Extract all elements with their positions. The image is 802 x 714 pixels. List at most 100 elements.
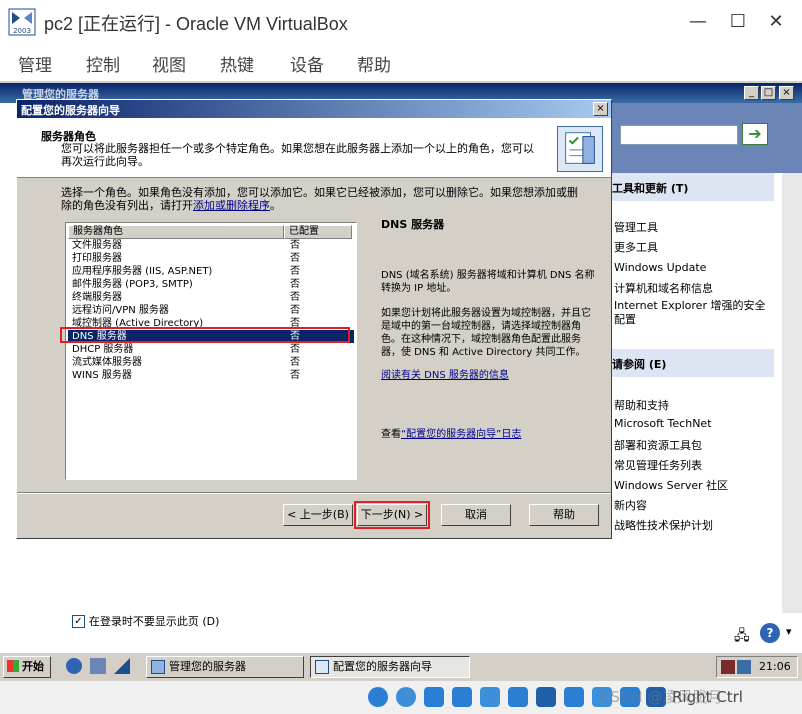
role-name: DHCP 服务器 bbox=[72, 344, 134, 355]
bg-bottom-toolbar: 🖧 ? ▾ bbox=[730, 623, 800, 647]
role-configured-status: 否 bbox=[290, 344, 300, 355]
minimize-button[interactable]: — bbox=[680, 6, 716, 38]
role-row[interactable]: 终端服务器 否 bbox=[68, 291, 354, 304]
selected-role-highlight bbox=[60, 327, 350, 343]
wizard-intro-end: 。 bbox=[270, 199, 281, 212]
link-help-support[interactable]: 帮助和支持 bbox=[614, 397, 669, 413]
go-arrow-icon[interactable]: ➔ bbox=[742, 123, 768, 145]
optical-drive-icon[interactable] bbox=[396, 687, 416, 707]
menu-control[interactable]: 控制 bbox=[86, 51, 120, 76]
role-column-header[interactable]: 服务器角色 bbox=[68, 225, 284, 239]
read-about-dns-link[interactable]: 阅读有关 DNS 服务器的信息 bbox=[381, 370, 509, 381]
status-column-header[interactable]: 已配置 bbox=[284, 225, 352, 239]
bg-minimize-button[interactable]: _ bbox=[744, 86, 759, 100]
role-configured-status: 否 bbox=[290, 305, 300, 316]
role-row[interactable]: 打印服务器 否 bbox=[68, 252, 354, 265]
network-adapter-icon[interactable] bbox=[452, 687, 472, 707]
role-row[interactable]: 文件服务器 否 bbox=[68, 239, 354, 252]
maximize-button[interactable]: ☐ bbox=[720, 6, 756, 38]
usb-icon[interactable] bbox=[480, 687, 500, 707]
network-icon[interactable]: 🖧 bbox=[734, 625, 750, 649]
link-computer-info[interactable]: 计算机和域名称信息 bbox=[614, 280, 713, 296]
audio-icon[interactable] bbox=[424, 687, 444, 707]
host-window-title: pc2 [正在运行] - Oracle VM VirtualBox bbox=[44, 14, 348, 34]
role-name: WINS 服务器 bbox=[72, 370, 132, 381]
wizard-header: 服务器角色 您可以将此服务器担任一个或多个特定角色。如果您想在此服务器上添加一个… bbox=[17, 118, 611, 178]
role-configured-status: 否 bbox=[290, 253, 300, 264]
start-button[interactable]: 开始 bbox=[3, 656, 51, 678]
bg-maximize-button[interactable]: □ bbox=[761, 86, 776, 100]
wizard-titlebar: 配置您的服务器向导 bbox=[17, 100, 611, 118]
next-button-highlight bbox=[354, 501, 430, 529]
host-title-bar: 2003 pc2 [正在运行] - Oracle VM VirtualBox —… bbox=[0, 0, 802, 45]
role-row[interactable]: 邮件服务器 (POP3, SMTP) 否 bbox=[68, 278, 354, 291]
help-icon[interactable]: ? bbox=[760, 623, 780, 643]
tray-security-icon[interactable] bbox=[737, 660, 751, 674]
link-admin-tools[interactable]: 管理工具 bbox=[614, 219, 658, 235]
explorer-quicklaunch-icon[interactable] bbox=[90, 658, 106, 674]
menu-manage[interactable]: 管理 bbox=[18, 51, 52, 76]
startup-checkbox-row[interactable]: ✓ 在登录时不要显示此页 (D) bbox=[72, 613, 219, 629]
menu-devices[interactable]: 设备 bbox=[290, 51, 324, 76]
role-configured-status: 否 bbox=[290, 240, 300, 251]
show-desktop-icon[interactable] bbox=[114, 658, 130, 674]
close-button[interactable]: ✕ bbox=[758, 6, 794, 38]
search-input[interactable] bbox=[620, 125, 738, 145]
role-configured-status: 否 bbox=[290, 292, 300, 303]
cancel-button[interactable]: 取消 bbox=[441, 504, 511, 526]
taskbar-item-wizard[interactable]: 配置您的服务器向导 bbox=[310, 656, 470, 678]
link-security-plan[interactable]: 战略性技术保护计划 bbox=[614, 517, 713, 533]
role-name: 远程访问/VPN 服务器 bbox=[72, 305, 169, 316]
shared-folder-icon[interactable] bbox=[508, 687, 528, 707]
wizard-log-link[interactable]: “配置您的服务器向导”日志 bbox=[401, 429, 521, 440]
server-role-list[interactable]: 服务器角色 已配置 文件服务器否打印服务器否应用程序服务器 (IIS, ASP.… bbox=[65, 222, 357, 480]
scroll-icon: ▾ bbox=[786, 625, 792, 638]
startup-checkbox[interactable]: ✓ bbox=[72, 614, 85, 628]
link-windows-update[interactable]: Windows Update bbox=[614, 261, 706, 274]
link-deploy-kit[interactable]: 部署和资源工具包 bbox=[614, 437, 702, 453]
help-button[interactable]: 帮助 bbox=[529, 504, 599, 526]
svg-text:2003: 2003 bbox=[13, 27, 31, 35]
wizard-intro: 选择一个角色。如果角色没有添加，您可以添加它。如果它已经被添加，您可以删除它。如… bbox=[61, 186, 581, 212]
video-capture-icon[interactable] bbox=[564, 687, 584, 707]
menu-view[interactable]: 视图 bbox=[152, 51, 186, 76]
guest-desktop: 管理您的服务器 _ □ × ➔ 工具和更新 (T) 请参阅 (E) 管理工具 更… bbox=[0, 81, 802, 681]
link-common-tasks[interactable]: 常见管理任务列表 bbox=[614, 457, 702, 473]
role-row[interactable]: WINS 服务器 否 bbox=[68, 369, 354, 382]
role-row[interactable]: 应用程序服务器 (IIS, ASP.NET) 否 bbox=[68, 265, 354, 278]
wizard-close-button[interactable]: × bbox=[593, 102, 608, 116]
configure-server-wizard: 配置您的服务器向导 × 服务器角色 您可以将此服务器担任一个或多个特定角色。如果… bbox=[16, 99, 612, 539]
start-label: 开始 bbox=[22, 660, 44, 673]
view-log-prefix: 查看 bbox=[381, 429, 401, 440]
role-row[interactable]: 流式媒体服务器 否 bbox=[68, 356, 354, 369]
role-description-panel: DNS 服务器 DNS (域名系统) 服务器将域和计算机 DNS 名称转换为 I… bbox=[381, 218, 595, 441]
taskbar-item-label: 配置您的服务器向导 bbox=[333, 660, 432, 673]
link-community[interactable]: Windows Server 社区 bbox=[614, 477, 728, 493]
taskbar-item-manage-server[interactable]: 管理您的服务器 bbox=[146, 656, 304, 678]
link-technet[interactable]: Microsoft TechNet bbox=[614, 417, 712, 430]
role-configured-status: 否 bbox=[290, 357, 300, 368]
ie-quicklaunch-icon[interactable] bbox=[66, 658, 82, 674]
role-row[interactable]: 远程访问/VPN 服务器 否 bbox=[68, 304, 354, 317]
link-ie-security[interactable]: Internet Explorer 增强的安全配置 bbox=[614, 299, 774, 327]
back-button[interactable]: < 上一步(B) bbox=[283, 504, 353, 526]
menu-hotkey[interactable]: 热键 bbox=[220, 51, 254, 76]
role-name: 打印服务器 bbox=[72, 253, 122, 264]
add-remove-programs-link[interactable]: 添加或删除程序 bbox=[193, 199, 270, 212]
startup-checkbox-label: 在登录时不要显示此页 (D) bbox=[88, 615, 220, 628]
role-configured-status: 否 bbox=[290, 266, 300, 277]
menu-help[interactable]: 帮助 bbox=[357, 51, 391, 76]
virtualbox-vm-icon: 2003 bbox=[8, 8, 36, 36]
role-name: 文件服务器 bbox=[72, 240, 122, 251]
bg-close-button[interactable]: × bbox=[779, 86, 794, 100]
manage-server-scrollbar[interactable] bbox=[782, 173, 802, 613]
audio-status-icon[interactable] bbox=[368, 687, 388, 707]
watermark: CSDN @凌风胧月 bbox=[600, 688, 723, 706]
display-icon[interactable] bbox=[536, 687, 556, 707]
role-name: 终端服务器 bbox=[72, 292, 122, 303]
role-row[interactable]: DHCP 服务器 否 bbox=[68, 343, 354, 356]
tray-network-icon[interactable] bbox=[721, 660, 735, 674]
role-name: 邮件服务器 (POP3, SMTP) bbox=[72, 279, 193, 290]
link-more-tools[interactable]: 更多工具 bbox=[614, 239, 658, 255]
link-whats-new[interactable]: 新内容 bbox=[614, 497, 647, 513]
